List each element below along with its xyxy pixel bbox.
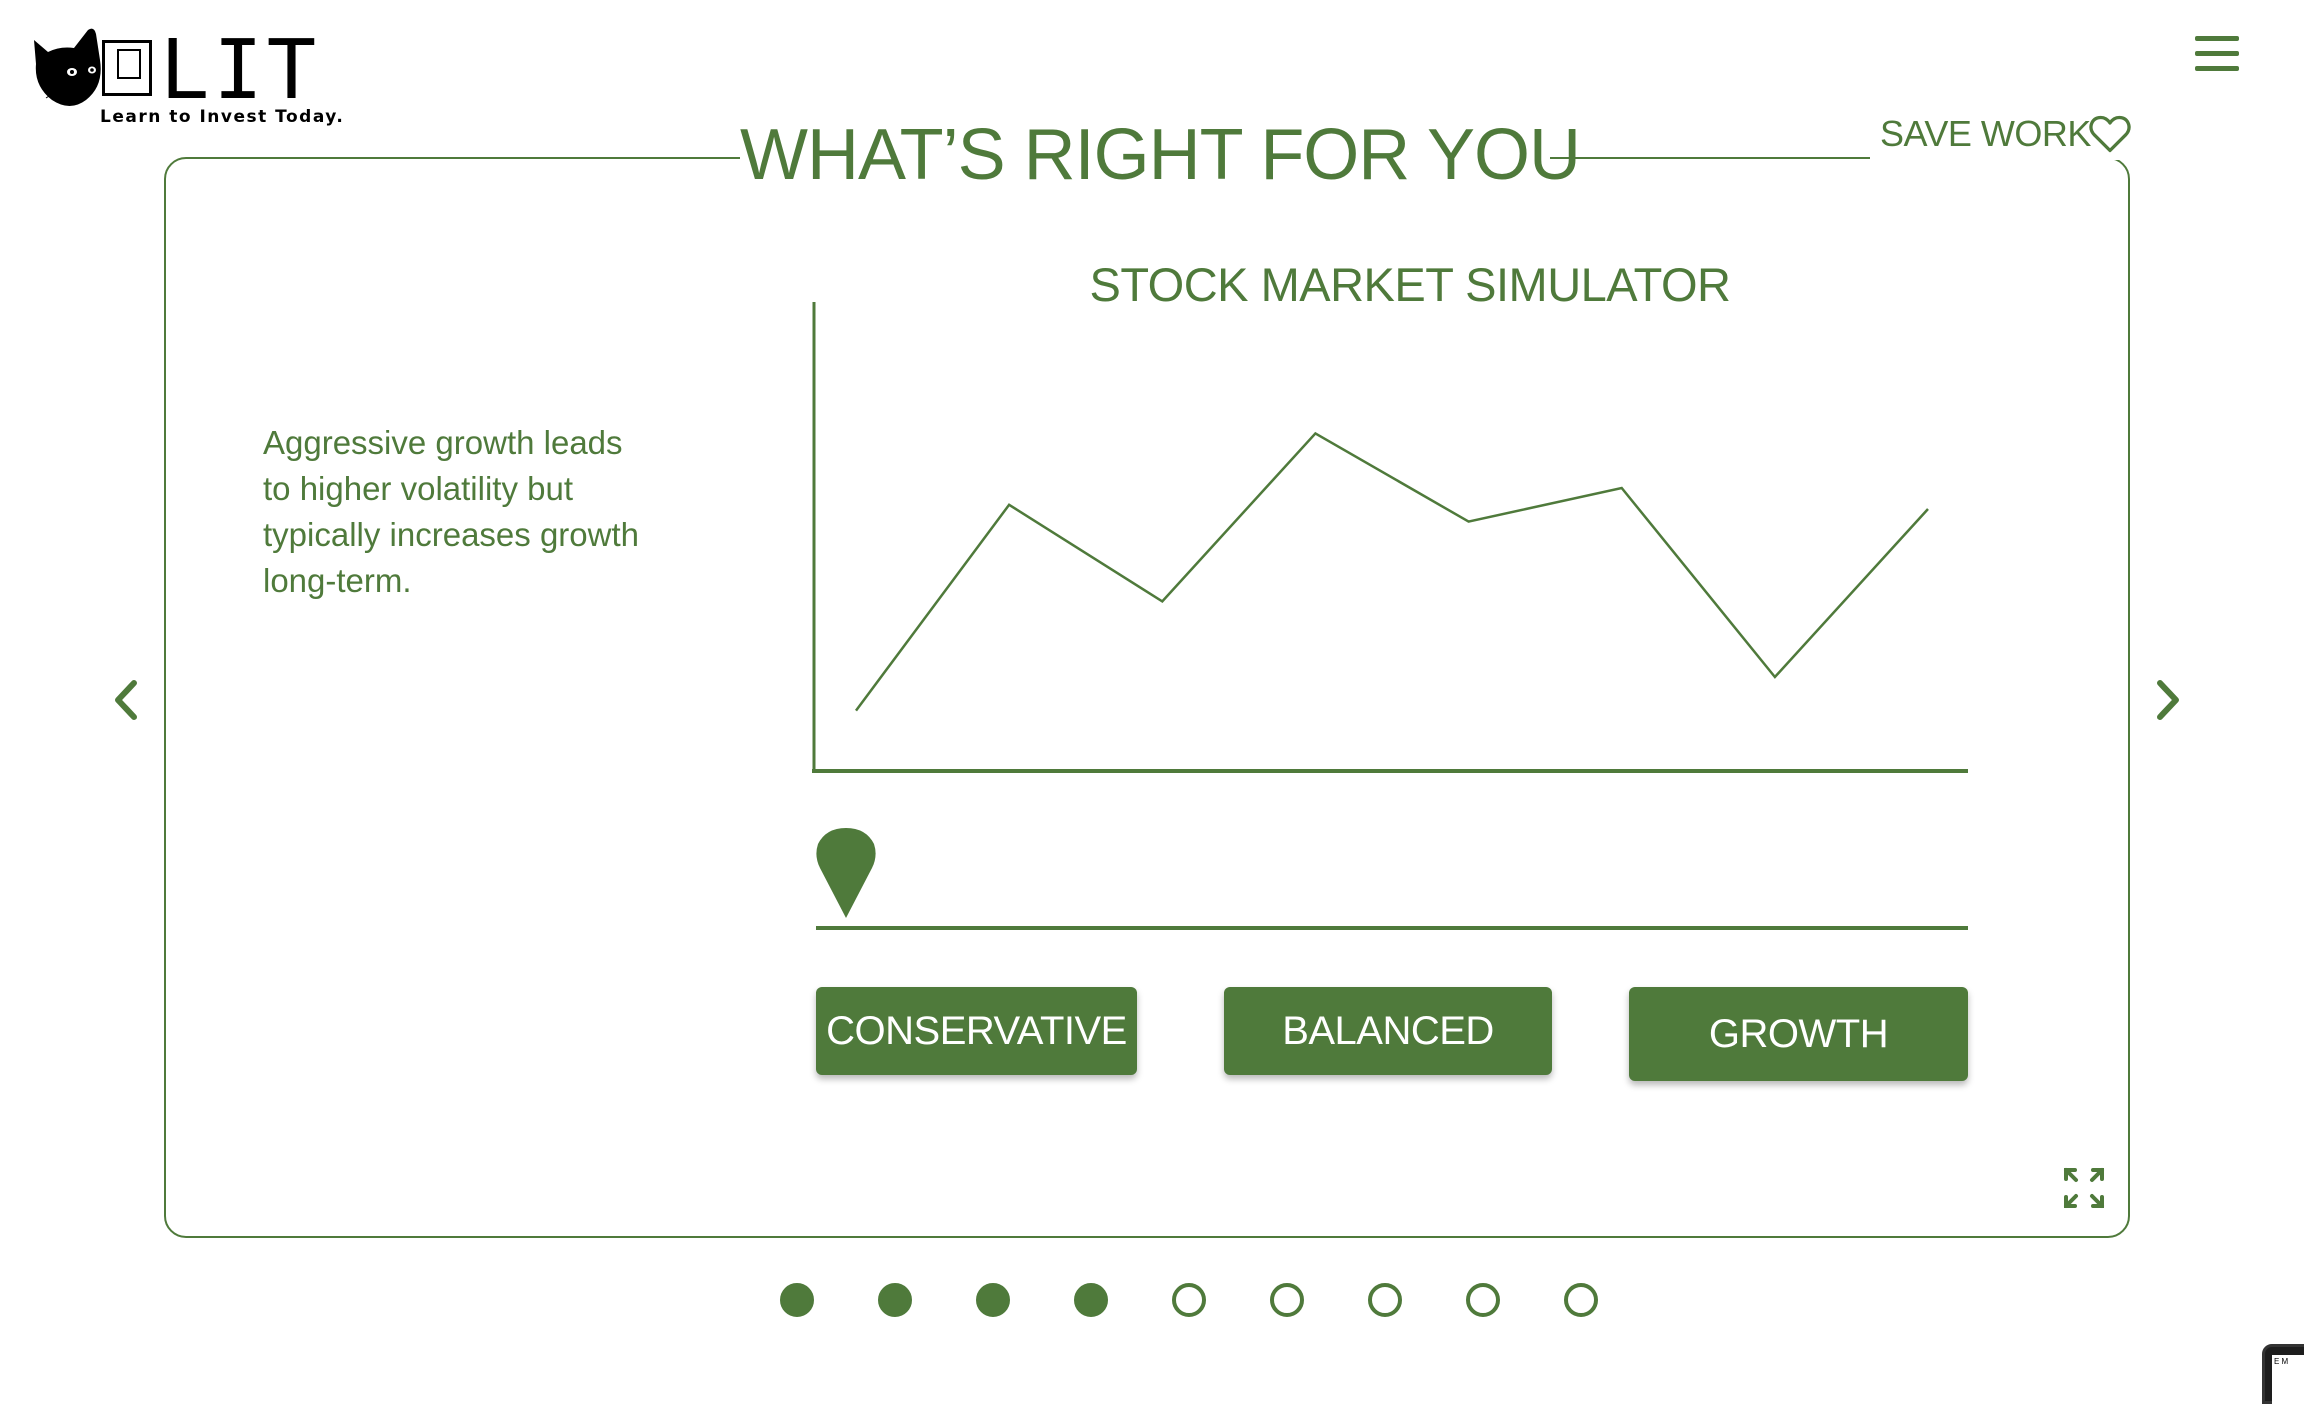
conservative-button[interactable]: CONSERVATIVE (816, 987, 1137, 1075)
hamburger-icon[interactable] (2195, 36, 2239, 72)
expand-icon[interactable] (2062, 1166, 2106, 1210)
corner-widget-text: E M (2272, 1355, 2304, 1409)
corner-widget[interactable]: E M (2262, 1344, 2304, 1409)
logo-frame (102, 40, 152, 96)
pagination-dot[interactable] (1368, 1283, 1402, 1317)
pagination-dot[interactable] (1172, 1283, 1206, 1317)
strategy-description: Aggressive growth leads to higher volati… (263, 424, 639, 599)
pagination-dot[interactable] (780, 1283, 814, 1317)
pagination-dot[interactable] (878, 1283, 912, 1317)
pagination-dot[interactable] (976, 1283, 1010, 1317)
cat-logo-icon (34, 28, 101, 106)
lit-logo[interactable]: LIT Learn to Invest Today. (30, 20, 343, 135)
growth-button[interactable]: GROWTH (1629, 987, 1968, 1081)
save-work-button[interactable]: SAVE WORK (1870, 108, 2135, 160)
risk-slider-track[interactable] (816, 926, 1968, 930)
stock-chart (812, 302, 1968, 773)
map-pin-icon[interactable] (814, 826, 878, 920)
heart-icon (2089, 115, 2131, 153)
pagination-dots (780, 1283, 1620, 1319)
price-line (854, 431, 1929, 712)
chevron-right-icon[interactable] (2148, 675, 2188, 725)
balanced-button[interactable]: BALANCED (1224, 987, 1552, 1075)
save-work-label: SAVE WORK (1880, 113, 2091, 154)
pagination-dot[interactable] (1466, 1283, 1500, 1317)
page-title: WHAT’S RIGHT FOR YOU (740, 110, 1581, 200)
chevron-left-icon[interactable] (106, 675, 146, 725)
brand-tagline: Learn to Invest Today. (100, 107, 345, 127)
pagination-dot[interactable] (1270, 1283, 1304, 1317)
pagination-dot[interactable] (1074, 1283, 1108, 1317)
pagination-dot[interactable] (1564, 1283, 1598, 1317)
brand-name: LIT (160, 23, 321, 118)
